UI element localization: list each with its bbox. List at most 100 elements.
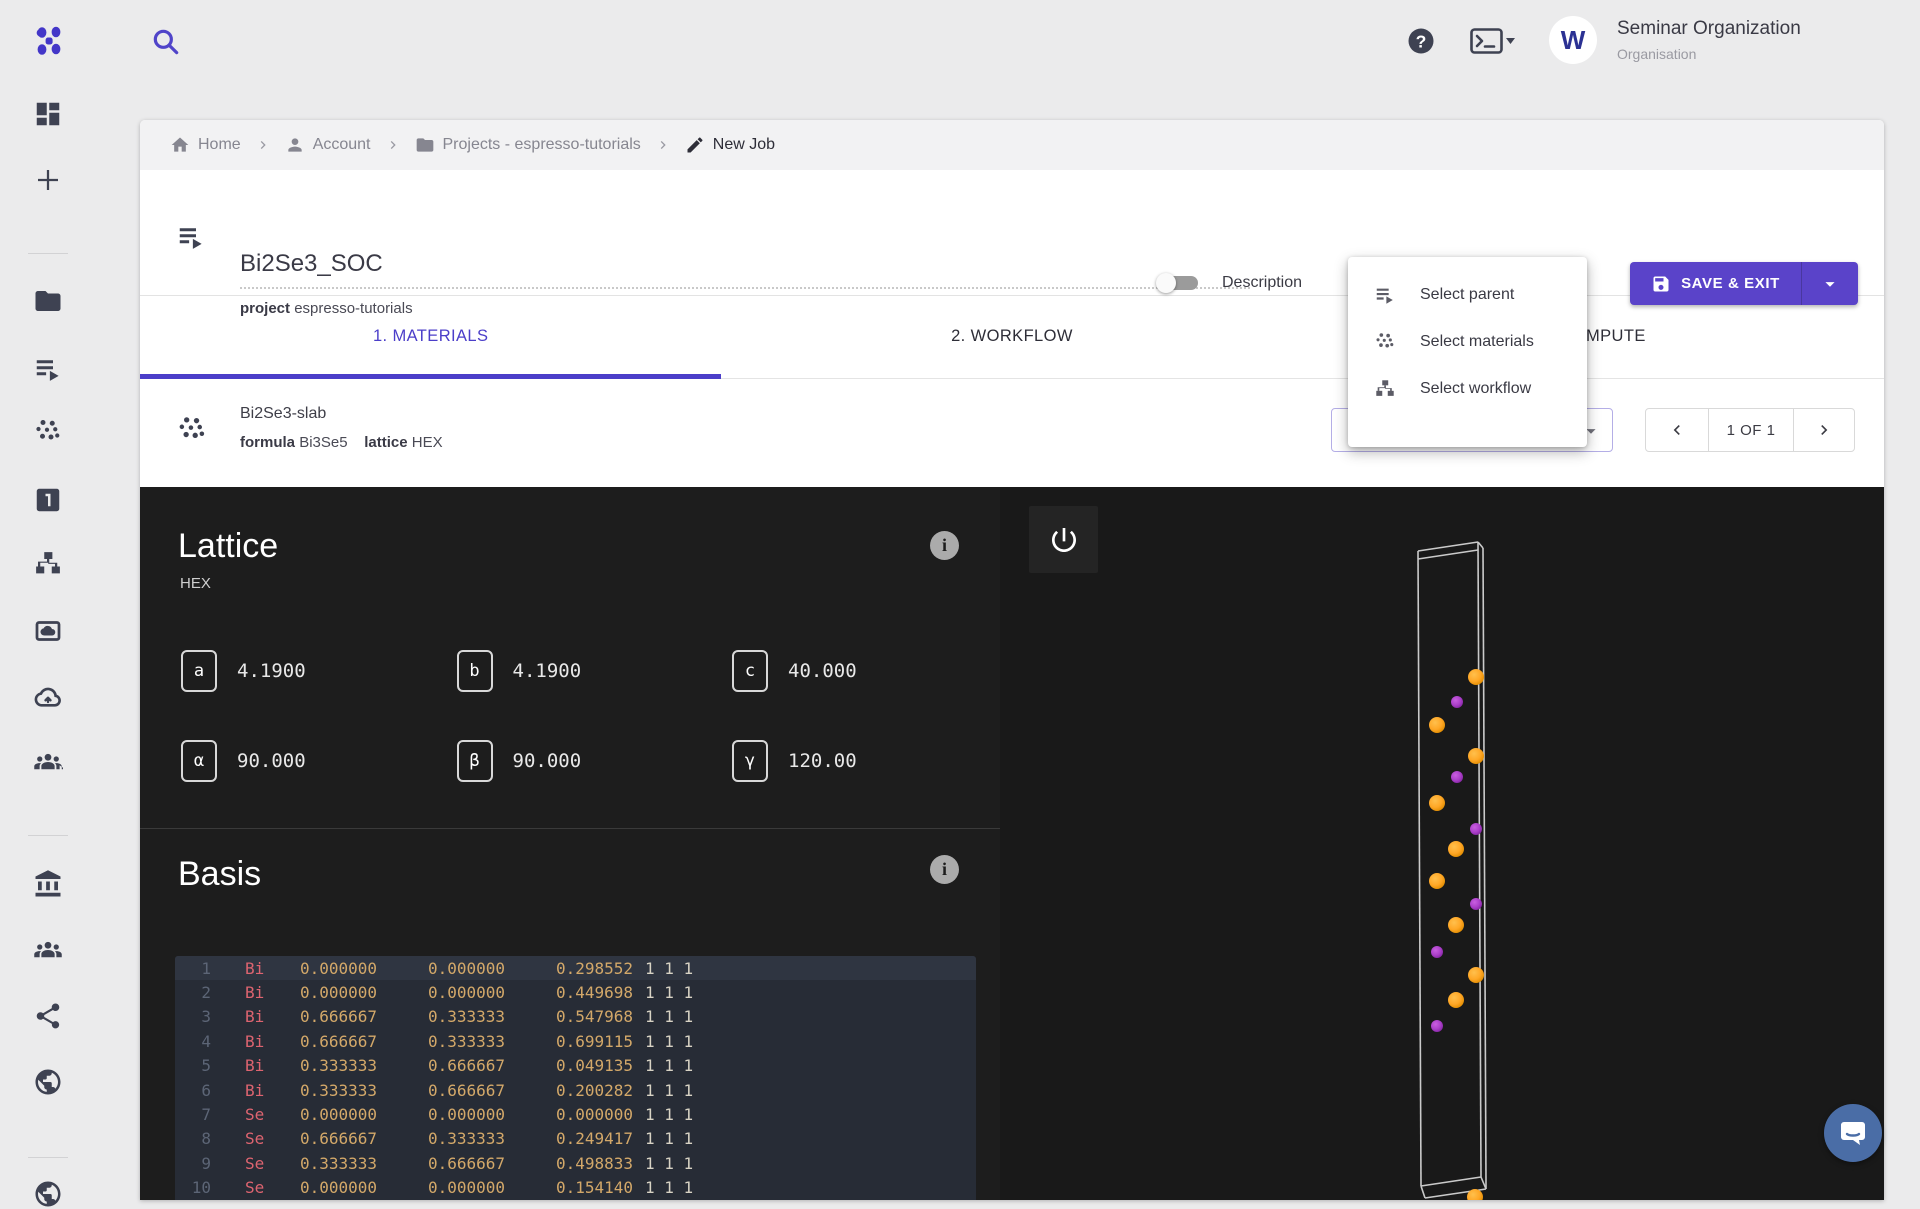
formula-value: Bi3Se5: [299, 434, 347, 451]
param-value: 90.000: [513, 750, 582, 772]
param-symbol: α: [181, 740, 217, 782]
basis-row: 7Se0.0000000.0000000.0000001 1 1: [175, 1102, 976, 1126]
lattice-param-β: β 90.000: [457, 740, 582, 782]
breadcrumb-item[interactable]: Account: [285, 135, 371, 155]
lattice-param-a: a4.1900: [181, 650, 306, 692]
breadcrumb-item[interactable]: New Job: [685, 135, 775, 155]
menu-item-select-materials[interactable]: Select materials: [1348, 318, 1587, 365]
basis-row: 2Bi0.0000000.0000000.4496981 1 1: [175, 980, 976, 1004]
tab-1-materials[interactable]: 1. MATERIALS: [140, 295, 721, 378]
sidebar-item-materials-icon[interactable]: [33, 417, 63, 447]
lattice-value: HEX: [412, 434, 443, 451]
param-value: 90.000: [237, 750, 306, 772]
breadcrumb-item[interactable]: Projects - espresso-tutorials: [415, 135, 641, 155]
orange-atom[interactable]: [1429, 873, 1445, 889]
orange-atom[interactable]: [1468, 748, 1484, 764]
search-icon[interactable]: [150, 26, 182, 58]
sidebar-item-images-icon[interactable]: [33, 616, 63, 646]
breadcrumb-item[interactable]: Home: [170, 135, 241, 155]
param-value: 40.000: [788, 660, 857, 682]
lattice-param-γ: γ120.00: [732, 740, 857, 782]
material-meta: formula Bi3Se5 lattice HEX: [240, 434, 443, 451]
help-icon[interactable]: ?: [1406, 26, 1436, 56]
lattice-section-title: Lattice: [178, 527, 278, 566]
sidebar-item-cloud-upload-icon[interactable]: [33, 682, 63, 712]
basis-row: 8Se0.6666670.3333330.2494171 1 1: [175, 1127, 976, 1151]
save-exit-label: SAVE & EXIT: [1681, 275, 1780, 292]
sidebar-item-web-icon[interactable]: [33, 1067, 63, 1097]
sidebar-item-workflows-icon[interactable]: [33, 549, 63, 579]
job-icon: [176, 222, 206, 252]
atoms: [1429, 669, 1484, 1200]
orange-atom[interactable]: [1448, 917, 1464, 933]
sidebar-item-jobs-icon[interactable]: [33, 354, 63, 384]
lattice-param-c: c40.000: [732, 650, 857, 692]
tab-2-workflow[interactable]: 2. WORKFLOW: [721, 295, 1302, 378]
material-row: Bi2Se3-slab formula Bi3Se5 lattice HEX 1…: [140, 378, 1884, 487]
job-title-underline: [240, 287, 1250, 289]
lattice-label: lattice: [364, 434, 407, 451]
basis-editor[interactable]: 1Bi0.0000000.0000000.2985521 1 12Bi0.000…: [175, 956, 976, 1200]
avatar[interactable]: W: [1549, 16, 1597, 64]
pagination: 1 OF 1: [1645, 408, 1855, 452]
pagination-next-button[interactable]: [1793, 409, 1854, 451]
purple-atom[interactable]: [1470, 898, 1482, 910]
org-name[interactable]: Seminar Organization: [1617, 18, 1801, 40]
param-value: 120.00: [788, 750, 857, 772]
pagination-prev-button[interactable]: [1646, 409, 1709, 451]
lattice-info-icon[interactable]: i: [930, 531, 959, 560]
breadcrumb-separator-icon: [655, 137, 671, 153]
sidebar-item-projects-folder-icon[interactable]: [33, 286, 63, 316]
sidebar-item-bank-icon[interactable]: [33, 869, 63, 899]
purple-atom[interactable]: [1451, 696, 1463, 708]
lattice-param-α: α 90.000: [181, 740, 306, 782]
console-icon[interactable]: [1470, 28, 1516, 54]
sidebar-item-share-icon[interactable]: [33, 1001, 63, 1031]
purple-atom[interactable]: [1470, 823, 1482, 835]
sidebar-item-one-card-icon[interactable]: [33, 485, 63, 515]
orange-atom[interactable]: [1448, 992, 1464, 1008]
menu-item-select-workflow[interactable]: Select workflow: [1348, 365, 1587, 412]
breadcrumb-separator-icon: [255, 137, 271, 153]
power-icon[interactable]: [1029, 506, 1098, 573]
description-toggle[interactable]: [1156, 270, 1204, 296]
org-role: Organisation: [1617, 46, 1696, 62]
purple-atom[interactable]: [1451, 771, 1463, 783]
sidebar-item-add-icon[interactable]: [33, 165, 63, 195]
job-title[interactable]: Bi2Se3_SOC: [240, 250, 383, 278]
param-symbol: β: [457, 740, 493, 782]
chat-launcher-icon[interactable]: [1824, 1104, 1882, 1162]
orange-atom[interactable]: [1429, 795, 1445, 811]
sidebar-item-globe-icon[interactable]: [33, 1179, 63, 1209]
sidebar-item-members-icon[interactable]: [33, 936, 63, 966]
orange-atom[interactable]: [1468, 669, 1484, 685]
sidebar-divider: [28, 835, 68, 836]
tab-bar: 1. MATERIALS2. WORKFLOW3. COMPUTE: [140, 295, 1884, 379]
sidebar-divider: [28, 1157, 68, 1158]
purple-atom[interactable]: [1431, 946, 1443, 958]
basis-row: 9Se0.3333330.6666670.4988331 1 1: [175, 1151, 976, 1175]
lattice-type: HEX: [180, 575, 211, 592]
basis-info-icon[interactable]: i: [930, 855, 959, 884]
job-header: Bi2Se3_SOC project espresso-tutorials De…: [140, 170, 1884, 296]
sidebar-item-team-icon[interactable]: [33, 748, 63, 778]
param-symbol: b: [457, 650, 493, 692]
basis-row: 6Bi0.3333330.6666670.2002821 1 1: [175, 1078, 976, 1102]
pagination-label: 1 OF 1: [1709, 409, 1793, 451]
material-name[interactable]: Bi2Se3-slab: [240, 405, 326, 423]
menu-item-select-parent[interactable]: Select parent: [1348, 271, 1587, 318]
orange-atom[interactable]: [1429, 717, 1445, 733]
orange-atom[interactable]: [1468, 967, 1484, 983]
orange-atom[interactable]: [1448, 841, 1464, 857]
basis-row: 1Bi0.0000000.0000000.2985521 1 1: [175, 956, 976, 980]
structure-viewer[interactable]: [1000, 487, 1884, 1200]
save-icon: [1651, 274, 1671, 294]
breadcrumb-separator-icon: [385, 137, 401, 153]
purple-atom[interactable]: [1431, 1020, 1443, 1032]
unit-cell-wireframe: [1418, 542, 1486, 1198]
sidebar-item-dashboard-icon[interactable]: [33, 99, 63, 129]
formula-label: formula: [240, 434, 295, 451]
breadcrumb: Home Account Projects - espresso-tutorials…: [140, 120, 1884, 170]
main-card: Home Account Projects - espresso-tutorials…: [140, 120, 1884, 1200]
basis-row: 10Se0.0000000.0000000.1541401 1 1: [175, 1176, 976, 1200]
